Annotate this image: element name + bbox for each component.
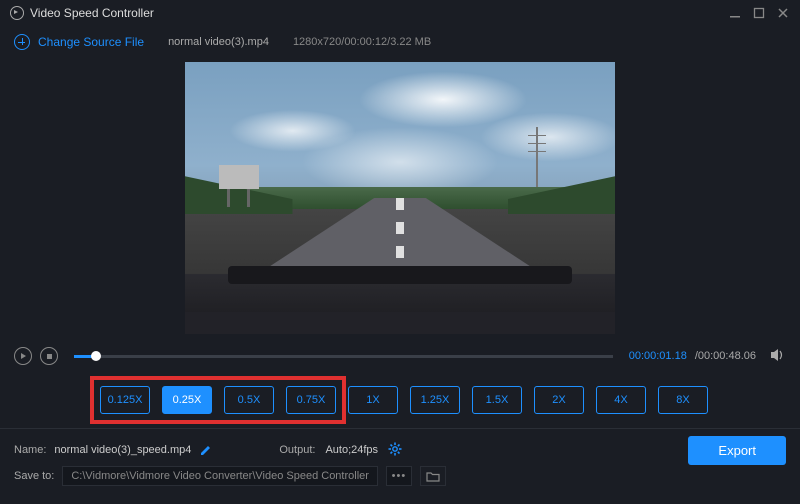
- window-title: Video Speed Controller: [30, 6, 154, 20]
- speed-button-0-125x[interactable]: 0.125X: [100, 386, 150, 414]
- total-time: /00:00:48.06: [695, 350, 756, 362]
- speed-button-0-25x[interactable]: 0.25X: [162, 386, 212, 414]
- app-logo-icon: [10, 6, 24, 20]
- change-source-label: Change Source File: [38, 35, 144, 49]
- speed-options-row: 0.125X 0.25X 0.5X 0.75X 1X 1.25X 1.5X 2X 4X 8X: [0, 372, 800, 428]
- output-name-value: normal video(3)_speed.mp4: [54, 444, 191, 456]
- saveto-label: Save to:: [14, 470, 54, 482]
- saveto-path-value: C:\Vidmore\Vidmore Video Converter\Video…: [71, 470, 369, 482]
- progress-thumb[interactable]: [91, 351, 101, 361]
- saveto-browse-button[interactable]: •••: [386, 466, 412, 486]
- stop-icon: [47, 354, 52, 359]
- speed-button-2x[interactable]: 2X: [534, 386, 584, 414]
- titlebar: Video Speed Controller: [0, 0, 800, 26]
- output-panel: Name: normal video(3)_speed.mp4 Output: …: [0, 429, 800, 489]
- play-icon: [21, 353, 26, 359]
- minimize-button[interactable]: [728, 6, 742, 20]
- export-label: Export: [718, 443, 756, 458]
- maximize-button[interactable]: [752, 6, 766, 20]
- stop-button[interactable]: [40, 347, 58, 365]
- output-format-value: Auto;24fps: [325, 444, 378, 456]
- volume-icon[interactable]: [770, 348, 786, 365]
- video-preview-area: [0, 58, 800, 340]
- source-filename: normal video(3).mp4: [168, 36, 269, 48]
- change-source-button[interactable]: Change Source File: [14, 34, 144, 50]
- output-settings-button[interactable]: [388, 442, 402, 459]
- saveto-path-field[interactable]: C:\Vidmore\Vidmore Video Converter\Video…: [62, 466, 378, 486]
- speed-button-1x[interactable]: 1X: [348, 386, 398, 414]
- export-button[interactable]: Export: [688, 436, 786, 465]
- speed-button-0-75x[interactable]: 0.75X: [286, 386, 336, 414]
- source-toolbar: Change Source File normal video(3).mp4 1…: [0, 26, 800, 58]
- speed-button-8x[interactable]: 8X: [658, 386, 708, 414]
- edit-name-button[interactable]: [199, 443, 211, 458]
- name-label: Name:: [14, 444, 46, 456]
- open-folder-button[interactable]: [420, 466, 446, 486]
- playback-controls: 00:00:01.18 /00:00:48.06: [0, 340, 800, 372]
- speed-button-0-5x[interactable]: 0.5X: [224, 386, 274, 414]
- plus-icon: [14, 34, 30, 50]
- source-metadata: 1280x720/00:00:12/3.22 MB: [293, 36, 431, 48]
- output-label: Output:: [279, 444, 315, 456]
- current-time: 00:00:01.18: [629, 350, 687, 362]
- speed-button-4x[interactable]: 4X: [596, 386, 646, 414]
- speed-button-1-25x[interactable]: 1.25X: [410, 386, 460, 414]
- progress-bar[interactable]: [74, 355, 613, 358]
- speed-button-1-5x[interactable]: 1.5X: [472, 386, 522, 414]
- play-button[interactable]: [14, 347, 32, 365]
- close-button[interactable]: [776, 6, 790, 20]
- video-preview[interactable]: [185, 62, 615, 334]
